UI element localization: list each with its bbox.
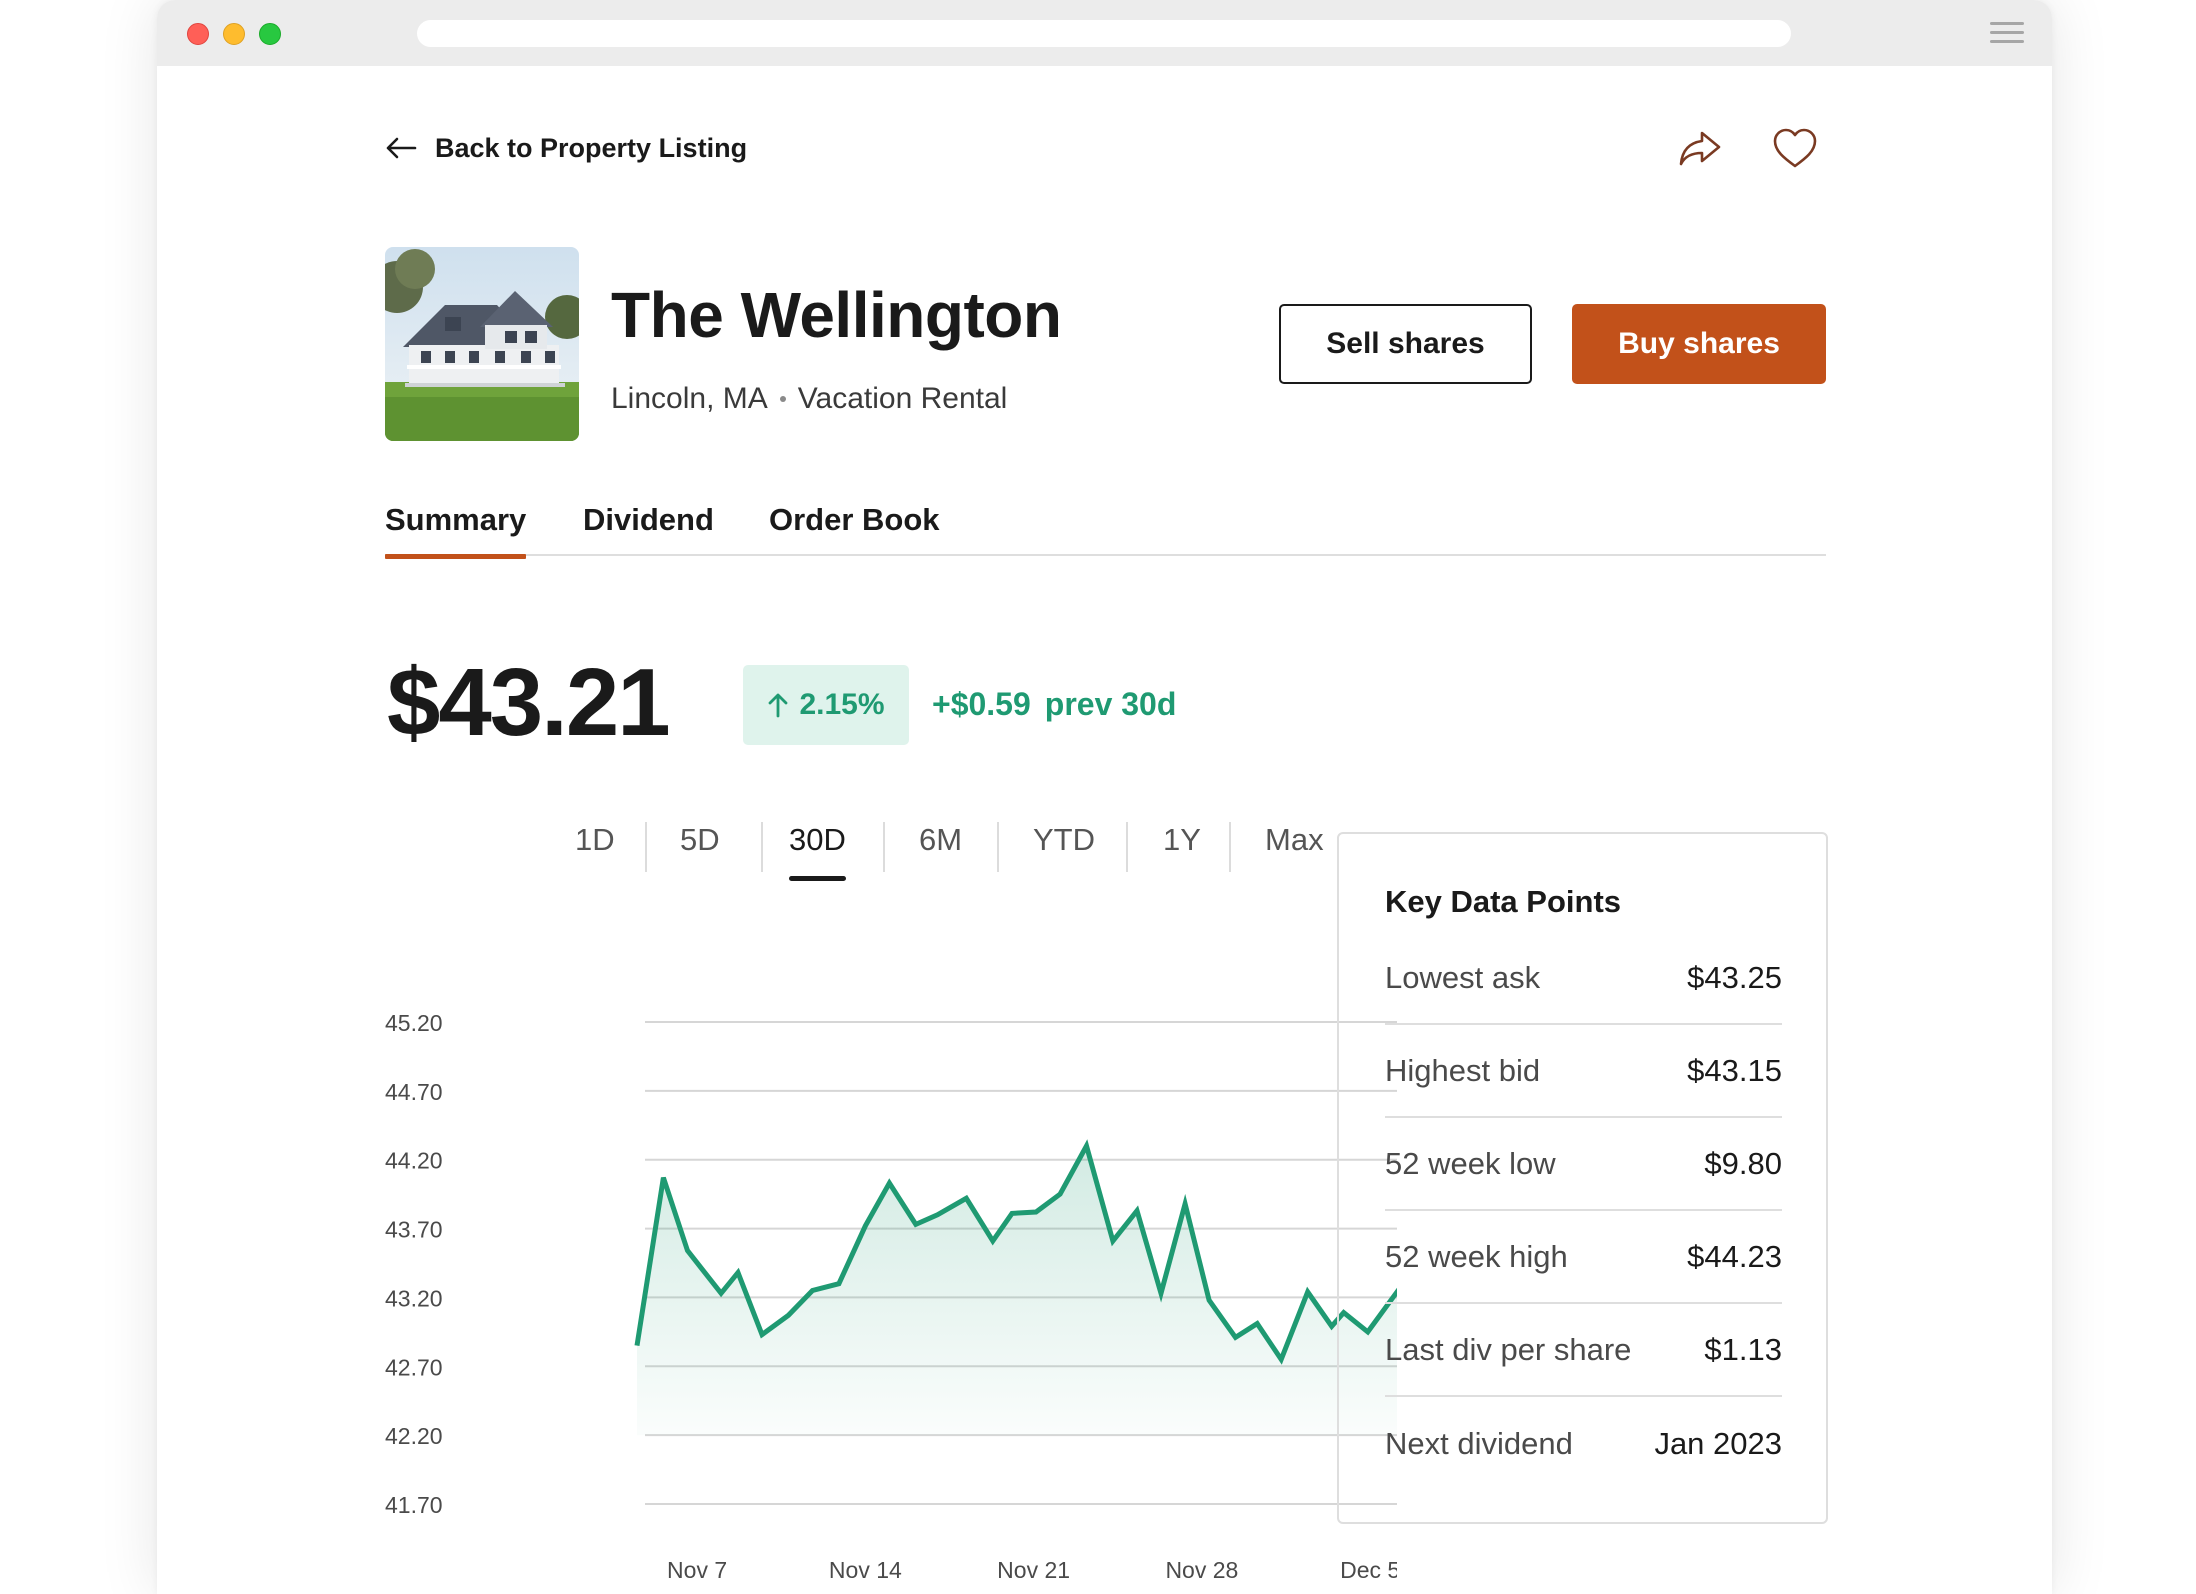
key-data-label: Lowest ask — [1385, 959, 1541, 995]
y-tick-label: 42.70 — [385, 1354, 443, 1380]
property-location: Lincoln, MA — [611, 382, 768, 415]
range-divider — [645, 822, 647, 872]
range-divider — [1126, 822, 1128, 872]
separator-dot — [779, 396, 786, 402]
key-data-row: Last div per share $1.13 — [1385, 1304, 1782, 1397]
y-tick-label: 43.20 — [385, 1285, 443, 1311]
key-data-title: Key Data Points — [1385, 884, 1622, 919]
key-data-points-panel: Key Data Points Lowest ask $43.25 Highes… — [1337, 832, 1828, 1524]
favorite-button[interactable] — [1770, 124, 1820, 174]
range-divider — [883, 822, 885, 872]
x-tick-label: Nov 21 — [997, 1557, 1070, 1583]
key-data-label: 52 week low — [1385, 1145, 1556, 1181]
range-30d[interactable]: 30D — [789, 822, 846, 881]
key-data-label: Next dividend — [1385, 1425, 1573, 1461]
y-tick-label: 44.20 — [385, 1148, 443, 1174]
x-tick-label: Nov 28 — [1165, 1557, 1238, 1583]
address-bar[interactable] — [417, 20, 1791, 47]
y-tick-label: 41.70 — [385, 1492, 443, 1518]
key-data-row: Next dividend Jan 2023 — [1385, 1397, 1782, 1490]
menu-icon[interactable] — [1990, 22, 2024, 44]
x-tick-label: Nov 14 — [829, 1557, 902, 1583]
x-tick-label: Dec 5 — [1340, 1557, 1397, 1583]
sell-shares-button[interactable]: Sell shares — [1279, 304, 1532, 384]
tab-order-book[interactable]: Order Book — [769, 502, 940, 554]
price-chart: 45.20 44.70 44.20 43.70 43.20 42.70 42.20 41.70… — [385, 1010, 1397, 1583]
maximize-window-button[interactable] — [259, 23, 281, 45]
key-data-value: $43.15 — [1687, 1052, 1782, 1088]
y-tick-label: 45.20 — [385, 1010, 443, 1036]
change-percent: 2.15% — [799, 688, 885, 721]
heart-icon — [1773, 128, 1817, 168]
range-6m[interactable]: 6M — [919, 822, 962, 858]
x-tick-label: Nov 7 — [667, 1557, 727, 1583]
change-summary: +$0.59 prev 30d — [932, 686, 1176, 723]
key-data-value: $9.80 — [1704, 1145, 1782, 1181]
price-area — [637, 1145, 1397, 1436]
key-data-label: Highest bid — [1385, 1052, 1541, 1088]
range-divider — [997, 822, 999, 872]
tab-dividend[interactable]: Dividend — [583, 502, 714, 554]
arrow-left-icon — [386, 137, 417, 159]
key-data-row: 52 week high $44.23 — [1385, 1211, 1782, 1304]
key-data-label: Last div per share — [1385, 1331, 1632, 1367]
key-data-value: $1.13 — [1704, 1331, 1782, 1367]
key-data-label: 52 week high — [1385, 1238, 1568, 1274]
range-1y[interactable]: 1Y — [1163, 822, 1201, 858]
property-thumbnail — [385, 247, 579, 441]
buy-shares-button[interactable]: Buy shares — [1572, 304, 1826, 384]
y-tick-label: 42.20 — [385, 1423, 443, 1449]
share-button[interactable] — [1675, 124, 1725, 174]
key-data-row: Lowest ask $43.25 — [1385, 932, 1782, 1025]
share-icon — [1679, 131, 1721, 166]
range-ytd[interactable]: YTD — [1033, 822, 1095, 858]
range-divider — [1229, 822, 1231, 872]
share-price: $43.21 — [387, 649, 671, 756]
key-data-row: Highest bid $43.15 — [1385, 1025, 1782, 1118]
range-max[interactable]: Max — [1265, 822, 1324, 858]
page-content: Back to Property Listing The Wellington … — [157, 66, 2052, 1594]
change-percent-badge: 2.15% — [743, 665, 909, 745]
browser-titlebar — [157, 0, 2052, 66]
tab-summary[interactable]: Summary — [385, 502, 527, 559]
y-tick-label: 44.70 — [385, 1079, 443, 1105]
back-link-label: Back to Property Listing — [435, 132, 748, 163]
property-title: The Wellington — [611, 279, 1062, 351]
range-5d[interactable]: 5D — [680, 822, 720, 858]
change-period: prev 30d — [1044, 686, 1177, 722]
arrow-up-icon — [769, 693, 788, 718]
key-data-value: $44.23 — [1687, 1238, 1782, 1274]
key-data-value: Jan 2023 — [1654, 1425, 1782, 1461]
y-tick-label: 43.70 — [385, 1217, 443, 1243]
browser-window: Back to Property Listing The Wellington … — [157, 0, 2052, 1594]
close-window-button[interactable] — [187, 23, 209, 45]
property-subtitle: Lincoln, MA Vacation Rental — [611, 382, 1007, 416]
range-1d[interactable]: 1D — [575, 822, 615, 858]
change-amount: +$0.59 — [932, 686, 1031, 722]
range-divider — [761, 822, 763, 872]
key-data-value: $43.25 — [1687, 959, 1782, 995]
minimize-window-button[interactable] — [223, 23, 245, 45]
tab-bar: Summary Dividend Order Book — [385, 502, 1826, 559]
key-data-row: 52 week low $9.80 — [1385, 1118, 1782, 1211]
back-to-listing-link[interactable]: Back to Property Listing — [385, 128, 747, 168]
property-type: Vacation Rental — [797, 382, 1008, 415]
